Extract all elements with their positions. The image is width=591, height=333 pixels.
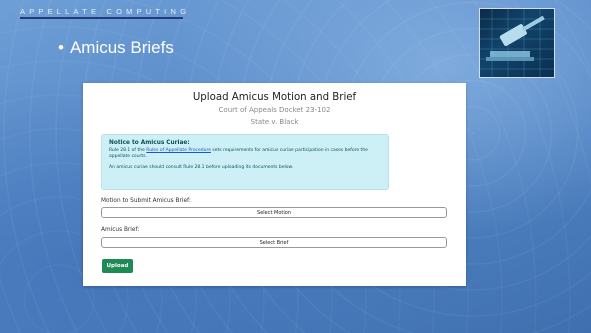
- dialog-title: Upload Amicus Motion and Brief: [192, 92, 357, 103]
- gavel-icon: [479, 8, 555, 78]
- notice-box: Notice to Amicus Curiae: Rule 28.1 of th…: [101, 134, 389, 190]
- slide-title: • Amicus Briefs: [58, 38, 174, 58]
- notice-line-1: Rule 28.1 of the Rules of Appellate Proc…: [109, 148, 381, 154]
- upload-dialog: Upload Amicus Motion and Brief Court of …: [83, 83, 466, 286]
- upload-button[interactable]: Upload: [102, 259, 133, 273]
- motion-label: Motion to Submit Amicus Brief:: [101, 198, 191, 204]
- brand-header: APPELLATE COMPUTING: [20, 7, 191, 16]
- slide-title-text: Amicus Briefs: [69, 38, 174, 57]
- notice-line-3: An amicus curiae should consult Rule 28.…: [109, 164, 294, 170]
- select-motion-button[interactable]: Select Motion: [101, 207, 447, 218]
- select-brief-button[interactable]: Select Brief: [101, 237, 447, 248]
- rules-link[interactable]: Rules of Appellate Procedure: [146, 148, 211, 153]
- notice-line-1-suffix: sets requirements for amicus curiae part…: [211, 148, 368, 153]
- bullet-icon: •: [58, 38, 64, 57]
- brief-label: Amicus Brief:: [101, 227, 140, 233]
- notice-line-1-prefix: Rule 28.1 of the: [109, 148, 147, 153]
- court-docket: Court of Appeals Docket 23-102: [218, 106, 331, 114]
- brand-underline: [20, 17, 183, 19]
- notice-title: Notice to Amicus Curiae:: [109, 140, 190, 146]
- case-name: State v. Black: [250, 118, 299, 126]
